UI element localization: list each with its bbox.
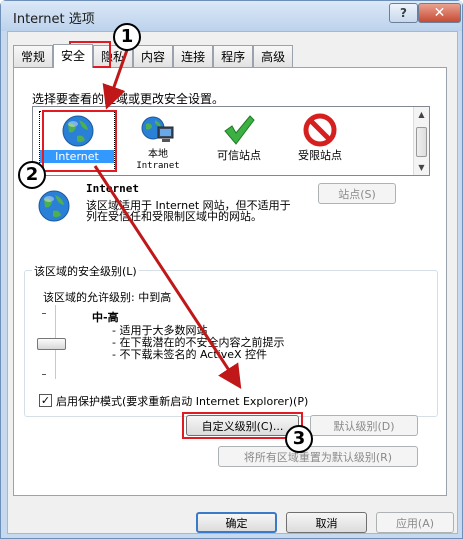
apply-button[interactable]: 应用(A) <box>376 512 454 533</box>
help-button[interactable]: ? <box>389 3 418 23</box>
protected-mode-checkbox[interactable]: ✓ <box>39 394 52 407</box>
zone-trusted-sites[interactable]: 可信站点 <box>201 111 277 171</box>
selected-zone-globe-icon <box>38 190 70 222</box>
security-level-name: 中-高 <box>92 311 119 324</box>
zone-scrollbar[interactable]: ▲ ▼ <box>413 107 429 175</box>
tab-content[interactable]: 内容 <box>133 45 174 67</box>
callout-1: 1 <box>113 23 141 51</box>
no-entry-icon <box>303 113 337 147</box>
scroll-down-icon[interactable]: ▼ <box>414 160 429 175</box>
local-network-icon <box>141 116 174 142</box>
window-title: Internet 选项 <box>13 12 95 27</box>
tab-advanced[interactable]: 高级 <box>253 45 294 67</box>
title-bar[interactable]: Internet 选项 ? ✕ <box>1 1 462 31</box>
scroll-thumb[interactable] <box>416 127 427 157</box>
callout-3: 3 <box>285 425 313 453</box>
allowed-levels-text: 该区域的允许级别: 中到高 <box>43 291 172 304</box>
security-level-label: 该区域的安全级别(L) <box>32 263 139 279</box>
zone-instruction: 选择要查看的区域或更改安全设置。 <box>32 92 225 106</box>
security-level-slider-thumb[interactable] <box>37 338 66 350</box>
zone-description: 该区域适用于 Internet 网站，但不适用于列在受信任和受限制区域中的网站。 <box>86 199 291 223</box>
callout-2: 2 <box>18 161 46 189</box>
zone-local-label-line1: 本地 <box>148 149 168 160</box>
default-level-button[interactable]: 默认级别(D) <box>310 415 418 436</box>
zone-trusted-label: 可信站点 <box>217 149 261 162</box>
ok-button[interactable]: 确定 <box>196 512 277 533</box>
cancel-button[interactable]: 取消 <box>286 512 367 533</box>
slider-tick <box>42 374 46 375</box>
selected-zone-name: Internet <box>86 182 139 195</box>
sites-button[interactable]: 站点(S) <box>318 183 396 204</box>
level-bullet-3: - 不下载未签名的 ActiveX 控件 <box>112 348 268 361</box>
zone-local-intranet-label: 本地 Intranet <box>120 149 196 172</box>
zone-restricted-label: 受限站点 <box>298 149 342 162</box>
tab-strip: 常规 安全 隐私 内容 连接 程序 高级 <box>13 44 294 68</box>
slider-tick <box>42 313 46 314</box>
protected-mode-label: 启用保护模式(要求重新启动 Internet Explorer)(P) <box>56 395 309 408</box>
reset-all-zones-button[interactable]: 将所有区域重置为默认级别(R) <box>218 446 418 467</box>
zone-restricted-sites[interactable]: 受限站点 <box>282 111 358 171</box>
zone-local-intranet[interactable]: 本地 Intranet <box>120 111 196 171</box>
green-check-icon <box>224 115 255 145</box>
scroll-up-icon[interactable]: ▲ <box>414 107 429 122</box>
tab-general[interactable]: 常规 <box>13 45 54 67</box>
tab-security[interactable]: 安全 <box>53 44 94 68</box>
tab-connections[interactable]: 连接 <box>173 45 214 67</box>
highlight-internet-zone <box>42 110 117 172</box>
close-button[interactable]: ✕ <box>418 3 461 23</box>
tab-programs[interactable]: 程序 <box>213 45 254 67</box>
zone-local-label-line2: Intranet <box>136 161 180 171</box>
